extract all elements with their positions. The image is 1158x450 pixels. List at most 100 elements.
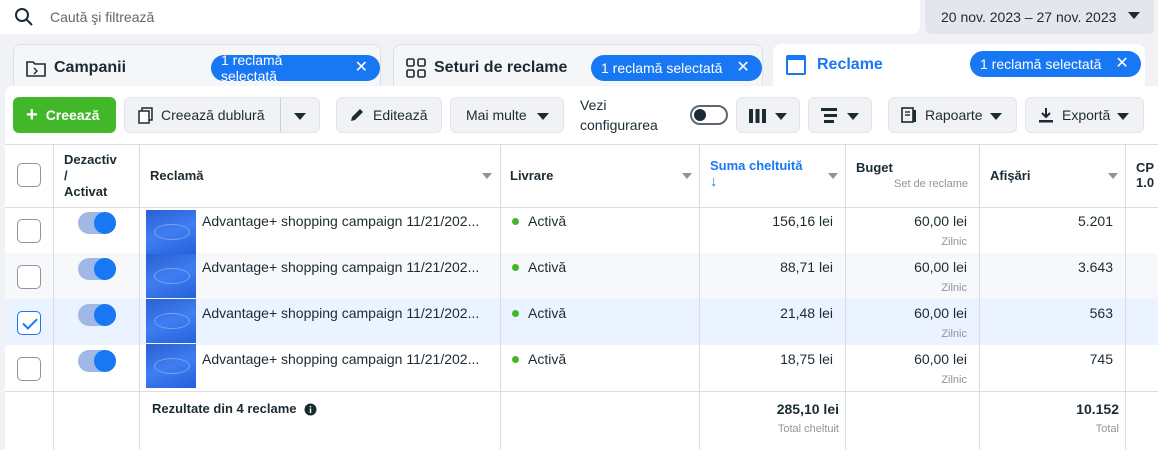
impressions: 745 — [1089, 351, 1113, 367]
edit-button-label: Editează — [373, 107, 428, 123]
close-icon[interactable]: ✕ — [736, 60, 749, 76]
totals-label: Rezultate din 4 reclame — [152, 401, 297, 416]
more-button-label: Mai multe — [466, 107, 527, 123]
amount-spent: 156,16 lei — [772, 213, 833, 229]
budget-period: Zilnic — [941, 282, 967, 294]
divider — [280, 98, 281, 132]
toggle-knob — [94, 258, 116, 280]
chevron-down-icon — [537, 113, 549, 120]
column-header-cpm[interactable]: CP 1.0 — [1136, 160, 1154, 190]
column-header-ad[interactable]: Reclamă — [150, 168, 203, 183]
sort-caret-icon[interactable] — [1108, 173, 1118, 179]
sort-descending-icon: ↓ — [710, 173, 718, 190]
columns-button[interactable] — [736, 97, 800, 133]
view-setup-toggle[interactable] — [690, 105, 728, 125]
delivery-status: Activă — [528, 351, 567, 367]
ad-thumbnail[interactable] — [146, 299, 196, 343]
toggle-knob — [694, 109, 706, 121]
chevron-down-icon — [1117, 113, 1129, 120]
pencil-icon — [351, 109, 363, 121]
tab-campaigns[interactable]: Campanii 1 reclamă selectată ✕ — [13, 44, 381, 90]
date-range-label: 20 nov. 2023 – 27 nov. 2023 — [941, 9, 1117, 25]
column-header-amount-spent[interactable]: Suma cheltuită — [710, 158, 802, 173]
select-all-checkbox[interactable] — [17, 163, 41, 187]
divider — [5, 391, 1158, 392]
search-input[interactable]: Caută şi filtrează — [50, 9, 154, 25]
status-dot-icon — [512, 264, 519, 271]
impressions: 5.201 — [1077, 213, 1113, 229]
duplicate-button-label: Creează dublură — [161, 107, 265, 123]
divider — [845, 144, 846, 450]
edit-button[interactable]: Editează — [336, 97, 442, 133]
row-checkbox[interactable] — [17, 357, 41, 381]
column-header-status[interactable]: Dezactiv / Activat — [64, 152, 117, 200]
column-header-delivery[interactable]: Livrare — [510, 168, 553, 183]
amount-spent: 88,71 lei — [780, 259, 833, 275]
info-icon[interactable] — [304, 403, 317, 416]
selection-pill[interactable]: 1 reclamă selectată ✕ — [211, 52, 380, 84]
ad-thumbnail[interactable] — [146, 254, 196, 298]
chevron-down-icon[interactable] — [294, 113, 306, 120]
tab-campaigns-label: Campanii — [54, 59, 127, 76]
budget-value[interactable]: 60,00 lei — [914, 305, 967, 321]
divider — [500, 144, 501, 450]
amount-spent: 21,48 lei — [780, 305, 833, 321]
create-button[interactable]: + Creează — [13, 97, 116, 133]
date-range-picker[interactable]: 20 nov. 2023 – 27 nov. 2023 — [925, 0, 1154, 34]
selection-pill[interactable]: 1 reclamă selectată ✕ — [970, 51, 1141, 77]
duplicate-button[interactable]: Creează dublură — [124, 97, 320, 133]
sort-caret-icon[interactable] — [482, 173, 492, 179]
ad-name[interactable]: Advantage+ shopping campaign 11/21/202..… — [202, 351, 479, 367]
breakdown-button[interactable] — [808, 97, 872, 133]
row-checkbox[interactable] — [17, 219, 41, 243]
ad-name[interactable]: Advantage+ shopping campaign 11/21/202..… — [202, 213, 479, 229]
selection-pill[interactable]: 1 reclamă selectată ✕ — [591, 55, 762, 81]
chevron-down-icon — [1128, 12, 1140, 19]
totals-amount-spent-sub: Total cheltuit — [777, 423, 839, 435]
reports-button-label: Rapoarte — [925, 107, 983, 123]
create-button-label: Creează — [45, 107, 100, 123]
close-icon[interactable]: ✕ — [1115, 56, 1128, 72]
impressions: 563 — [1089, 305, 1113, 321]
divider — [53, 144, 54, 450]
ad-thumbnail[interactable] — [146, 344, 196, 388]
budget-value[interactable]: 60,00 lei — [914, 213, 967, 229]
row-checkbox-checked[interactable] — [17, 311, 41, 335]
close-icon[interactable]: ✕ — [355, 60, 368, 76]
amount-spent: 18,75 lei — [780, 351, 833, 367]
totals-impressions-sub: Total — [1095, 423, 1119, 435]
row-status-toggle[interactable] — [78, 304, 116, 326]
duplicate-icon — [138, 107, 153, 124]
column-header-impressions[interactable]: Afişări — [990, 168, 1030, 183]
row-status-toggle[interactable] — [78, 212, 116, 234]
ad-thumbnail[interactable] — [146, 210, 196, 254]
more-button[interactable]: Mai multe — [450, 97, 564, 133]
breakdown-icon — [821, 108, 837, 123]
row-checkbox[interactable] — [17, 265, 41, 289]
tab-ad-sets[interactable]: Seturi de reclame 1 reclamă selectată ✕ — [393, 44, 763, 90]
search-bar[interactable]: Caută şi filtrează — [0, 0, 920, 34]
export-button[interactable]: Exportă — [1025, 97, 1144, 133]
sort-caret-icon[interactable] — [828, 173, 838, 179]
tab-ads[interactable]: Reclame 1 reclamă selectată ✕ — [773, 44, 1145, 90]
row-status-toggle[interactable] — [78, 258, 116, 280]
selection-pill-label: 1 reclamă selectată — [980, 56, 1102, 72]
download-icon — [1039, 108, 1053, 123]
budget-value[interactable]: 60,00 lei — [914, 351, 967, 367]
toggle-knob — [94, 304, 116, 326]
totals-impressions: 10.152 — [1076, 401, 1119, 417]
chevron-down-icon — [847, 113, 859, 120]
reports-button[interactable]: Rapoarte — [888, 97, 1017, 133]
divider — [5, 207, 1158, 208]
row-status-toggle[interactable] — [78, 350, 116, 372]
divider — [139, 144, 140, 450]
plus-icon: + — [26, 103, 38, 126]
ad-name[interactable]: Advantage+ shopping campaign 11/21/202..… — [202, 259, 479, 275]
search-icon — [15, 8, 33, 26]
tab-ads-label: Reclame — [817, 56, 883, 73]
ad-name[interactable]: Advantage+ shopping campaign 11/21/202..… — [202, 305, 479, 321]
budget-value[interactable]: 60,00 lei — [914, 259, 967, 275]
column-header-budget-sub: Set de reclame — [894, 178, 968, 190]
column-header-budget[interactable]: Buget — [856, 160, 893, 175]
sort-caret-icon[interactable] — [682, 173, 692, 179]
